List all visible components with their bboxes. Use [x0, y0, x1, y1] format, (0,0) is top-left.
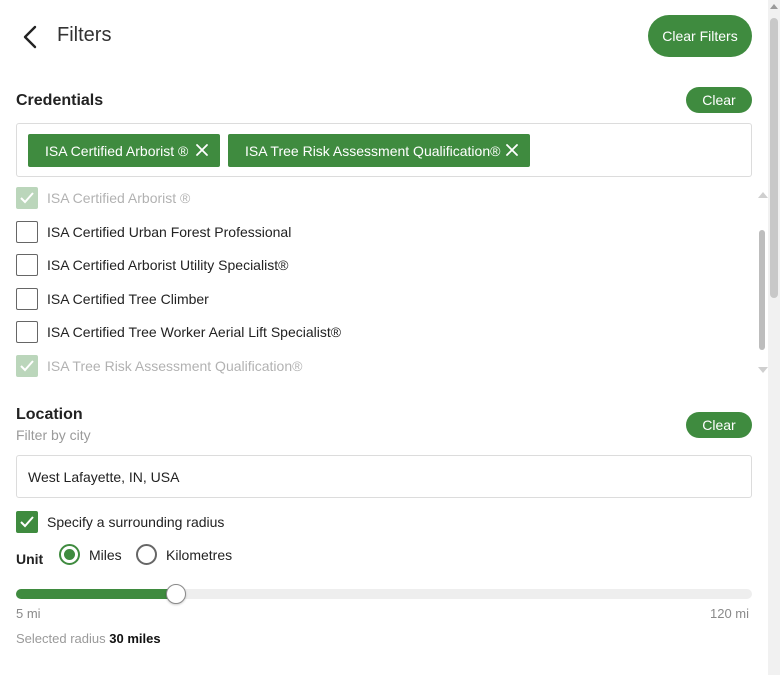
credential-option-label: ISA Certified Tree Climber: [47, 291, 209, 307]
credential-option-label: ISA Certified Arborist ®: [47, 190, 191, 206]
close-icon[interactable]: [194, 142, 210, 158]
list-scroll-thumb[interactable]: [759, 230, 765, 350]
location-clear-button[interactable]: Clear: [686, 412, 752, 438]
radius-slider-fill: [16, 589, 176, 599]
list-scroll-down-arrow[interactable]: [758, 367, 768, 373]
credential-option[interactable]: ISA Certified Tree Climber: [16, 287, 209, 311]
credentials-option-list: ISA Certified Arborist ® ISA Certified U…: [16, 183, 756, 379]
chevron-left-icon: [23, 25, 37, 49]
credentials-heading: Credentials: [16, 92, 104, 109]
credential-checkbox[interactable]: [16, 187, 38, 209]
unit-label: Unit: [16, 551, 44, 567]
unit-radio-miles[interactable]: [59, 544, 80, 565]
location-subtitle: Filter by city: [16, 427, 91, 443]
credential-option-label: ISA Tree Risk Assessment Qualification®: [47, 358, 303, 374]
credentials-clear-button[interactable]: Clear: [686, 87, 752, 113]
radius-toggle-label: Specify a surrounding radius: [47, 514, 225, 530]
unit-radio-miles-label[interactable]: Miles: [89, 547, 122, 563]
selected-radius-text: Selected radius 30 miles: [16, 631, 161, 646]
back-button[interactable]: [18, 24, 44, 50]
credential-option-label: ISA Certified Tree Worker Aerial Lift Sp…: [47, 324, 342, 340]
credentials-list-scrollbar[interactable]: [756, 186, 768, 378]
credential-checkbox[interactable]: [16, 288, 38, 310]
page-scroll-up-arrow[interactable]: [770, 4, 778, 9]
selected-radius-value: 30 miles: [109, 631, 161, 646]
credential-option[interactable]: ISA Certified Arborist ®: [16, 186, 190, 210]
radius-checkbox[interactable]: [16, 511, 38, 533]
city-input[interactable]: [16, 455, 752, 498]
slider-max-label: 120 mi: [710, 606, 750, 621]
unit-radio-kilometres[interactable]: [136, 544, 157, 565]
page-scroll-thumb[interactable]: [770, 18, 778, 298]
check-icon: [20, 192, 34, 204]
chip-label: ISA Tree Risk Assessment Qualification®: [245, 142, 501, 159]
credential-chip: ISA Tree Risk Assessment Qualification®: [228, 134, 530, 167]
close-icon[interactable]: [504, 142, 520, 158]
page-scrollbar[interactable]: [768, 0, 780, 675]
radius-slider[interactable]: [16, 584, 752, 604]
slider-min-label: 5 mi: [16, 606, 41, 621]
credential-chip: ISA Certified Arborist ®: [28, 134, 220, 167]
credential-checkbox[interactable]: [16, 221, 38, 243]
chip-label: ISA Certified Arborist ®: [45, 142, 189, 159]
filters-header: Filters Clear Filters: [0, 0, 768, 72]
list-scroll-up-arrow[interactable]: [758, 192, 768, 198]
unit-radio-kilometres-label[interactable]: Kilometres: [166, 547, 232, 563]
credential-checkbox[interactable]: [16, 321, 38, 343]
page-title: Filters: [57, 24, 112, 46]
credential-option-label: ISA Certified Arborist Utility Specialis…: [47, 257, 289, 273]
check-icon: [20, 516, 34, 528]
credential-option[interactable]: ISA Certified Arborist Utility Specialis…: [16, 253, 288, 277]
credential-checkbox[interactable]: [16, 254, 38, 276]
radius-toggle[interactable]: Specify a surrounding radius: [16, 510, 224, 534]
clear-filters-button[interactable]: Clear Filters: [648, 15, 752, 57]
credential-option[interactable]: ISA Certified Urban Forest Professional: [16, 220, 291, 244]
credential-option[interactable]: ISA Certified Tree Worker Aerial Lift Sp…: [16, 320, 341, 344]
selected-radius-prefix: Selected radius: [16, 631, 106, 646]
credential-checkbox[interactable]: [16, 355, 38, 377]
location-heading: Location: [16, 406, 83, 423]
radius-slider-thumb[interactable]: [166, 584, 186, 604]
credential-option[interactable]: ISA Tree Risk Assessment Qualification®: [16, 354, 302, 378]
selected-credentials-box: ISA Certified Arborist ® ISA Tree Risk A…: [16, 123, 752, 177]
credential-option-label: ISA Certified Urban Forest Professional: [47, 224, 292, 240]
check-icon: [20, 360, 34, 372]
